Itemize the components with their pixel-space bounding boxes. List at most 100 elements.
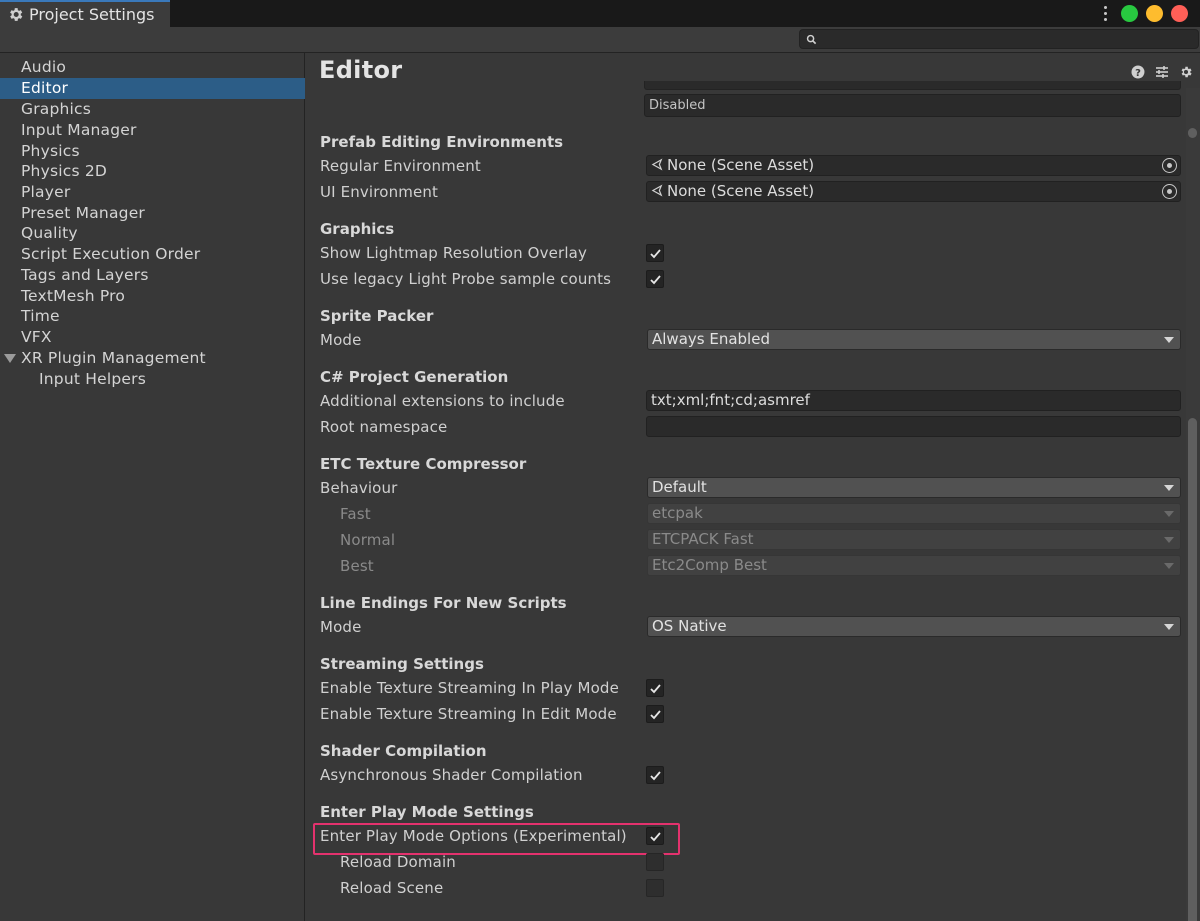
reload-scene-checkbox[interactable] (646, 879, 664, 897)
async-shader-label: Asynchronous Shader Compilation (320, 766, 583, 784)
checkmark-icon (650, 710, 661, 720)
sidebar-item-xr-plugin-management[interactable]: XR Plugin Management (0, 348, 305, 369)
chevron-down-icon (1164, 624, 1174, 630)
object-picker-icon[interactable] (1162, 158, 1177, 173)
header-icons: ? (1131, 64, 1193, 79)
more-menu-icon[interactable] (1097, 4, 1113, 22)
preset-sliders-icon[interactable] (1155, 64, 1169, 78)
scrollbar-thumb[interactable] (1188, 418, 1197, 921)
sidebar-item-editor[interactable]: Editor (0, 78, 305, 99)
svg-text:?: ? (1135, 68, 1141, 79)
section-csharp-project-generation: C# Project Generation (320, 368, 509, 386)
help-icon[interactable]: ? (1131, 64, 1145, 79)
normal-dropdown: ETCPACK Fast (647, 529, 1181, 550)
tab-title: Project Settings (29, 5, 155, 24)
legacy-light-probe-checkbox[interactable] (646, 270, 664, 288)
maximize-button[interactable] (1121, 4, 1138, 22)
sprite-mode-label: Mode (320, 331, 362, 349)
dropdown-value: Etc2Comp Best (652, 556, 767, 574)
title-bar: Project Settings (0, 0, 1200, 27)
ui-environment-field[interactable]: None (Scene Asset) (646, 181, 1181, 202)
sidebar-item-time[interactable]: Time (0, 306, 305, 327)
minimize-button[interactable] (1146, 4, 1163, 22)
tab-project-settings[interactable]: Project Settings (0, 0, 170, 27)
best-dropdown: Etc2Comp Best (647, 555, 1181, 576)
section-shader-compilation: Shader Compilation (320, 742, 487, 760)
sidebar-item-textmesh-pro[interactable]: TextMesh Pro (0, 286, 305, 307)
sidebar-item-tags-and-layers[interactable]: Tags and Layers (0, 265, 305, 286)
sidebar-item-physics-2d[interactable]: Physics 2D (0, 161, 305, 182)
ui-environment-label: UI Environment (320, 183, 439, 201)
streaming-edit-mode-label: Enable Texture Streaming In Edit Mode (320, 705, 617, 723)
root-namespace-field[interactable] (646, 416, 1181, 437)
chevron-down-icon (1164, 485, 1174, 491)
search-toolbar (0, 27, 1200, 53)
page-title: Editor (319, 56, 403, 84)
checkmark-icon (650, 249, 661, 259)
section-line-endings: Line Endings For New Scripts (320, 594, 567, 612)
additional-extensions-field[interactable]: txt;xml;fnt;cd;asmref (646, 390, 1181, 411)
dropdown-value: etcpak (652, 504, 703, 522)
highlight-annotation (313, 823, 680, 855)
sprite-mode-dropdown[interactable]: Always Enabled (647, 329, 1181, 350)
dropdown-value: Default (652, 478, 707, 496)
scene-asset-icon (651, 184, 663, 197)
foldout-arrow-icon[interactable] (4, 354, 16, 363)
section-prefab-editing: Prefab Editing Environments (320, 133, 564, 151)
chevron-down-icon (1164, 511, 1174, 517)
sidebar-item-physics[interactable]: Physics (0, 141, 305, 162)
regular-environment-field[interactable]: None (Scene Asset) (646, 155, 1181, 176)
section-etc-texture-compressor: ETC Texture Compressor (320, 455, 527, 473)
disabled-field: Disabled (644, 94, 1181, 117)
gear-icon (7, 6, 24, 23)
dropdown-value: ETCPACK Fast (652, 530, 754, 548)
reload-scene-label: Reload Scene (340, 879, 444, 897)
sidebar-item-input-helpers[interactable]: Input Helpers (0, 369, 305, 390)
vertical-scrollbar[interactable] (1186, 88, 1200, 921)
field-value: None (Scene Asset) (667, 156, 815, 174)
behaviour-dropdown[interactable]: Default (647, 477, 1181, 498)
sidebar-item-script-execution-order[interactable]: Script Execution Order (0, 244, 305, 265)
settings-gear-icon[interactable] (1179, 64, 1193, 78)
sidebar-item-audio[interactable]: Audio (0, 57, 305, 78)
sidebar-item-input-manager[interactable]: Input Manager (0, 120, 305, 141)
streaming-play-mode-label: Enable Texture Streaming In Play Mode (320, 679, 619, 697)
async-shader-checkbox[interactable] (646, 766, 664, 784)
window-controls (1097, 4, 1188, 22)
sidebar-item-vfx[interactable]: VFX (0, 327, 305, 348)
reload-domain-label: Reload Domain (340, 853, 456, 871)
streaming-play-mode-checkbox[interactable] (646, 679, 664, 697)
dropdown-value: OS Native (652, 617, 727, 635)
behaviour-label: Behaviour (320, 479, 398, 497)
close-button[interactable] (1171, 4, 1188, 22)
line-endings-mode-dropdown[interactable]: OS Native (647, 616, 1181, 637)
sidebar-item-quality[interactable]: Quality (0, 223, 305, 244)
section-enter-play-mode: Enter Play Mode Settings (320, 803, 534, 821)
field-value: None (Scene Asset) (667, 182, 815, 200)
normal-label: Normal (340, 531, 396, 549)
section-streaming-settings: Streaming Settings (320, 655, 484, 673)
editor-settings-panel: Editor ? Disabled Prefab Editing Environ… (306, 53, 1200, 921)
section-graphics: Graphics (320, 220, 395, 238)
fast-label: Fast (340, 505, 371, 523)
sidebar-item-preset-manager[interactable]: Preset Manager (0, 203, 305, 224)
legacy-light-probe-label: Use legacy Light Probe sample counts (320, 270, 612, 288)
sidebar-item-label: XR Plugin Management (21, 349, 206, 367)
additional-extensions-label: Additional extensions to include (320, 392, 565, 410)
dropdown-value: Always Enabled (652, 330, 770, 348)
root-namespace-label: Root namespace (320, 418, 448, 436)
search-input[interactable] (799, 29, 1199, 49)
sidebar-item-graphics[interactable]: Graphics (0, 99, 305, 120)
checkmark-icon (650, 275, 661, 285)
section-sprite-packer: Sprite Packer (320, 307, 434, 325)
cut-off-field (644, 81, 1181, 90)
lightmap-overlay-checkbox[interactable] (646, 244, 664, 262)
checkmark-icon (650, 684, 661, 694)
streaming-edit-mode-checkbox[interactable] (646, 705, 664, 723)
chevron-down-icon (1164, 537, 1174, 543)
best-label: Best (340, 557, 374, 575)
reload-domain-checkbox[interactable] (646, 853, 664, 871)
object-picker-icon[interactable] (1162, 184, 1177, 199)
search-icon (806, 34, 817, 45)
sidebar-item-player[interactable]: Player (0, 182, 305, 203)
